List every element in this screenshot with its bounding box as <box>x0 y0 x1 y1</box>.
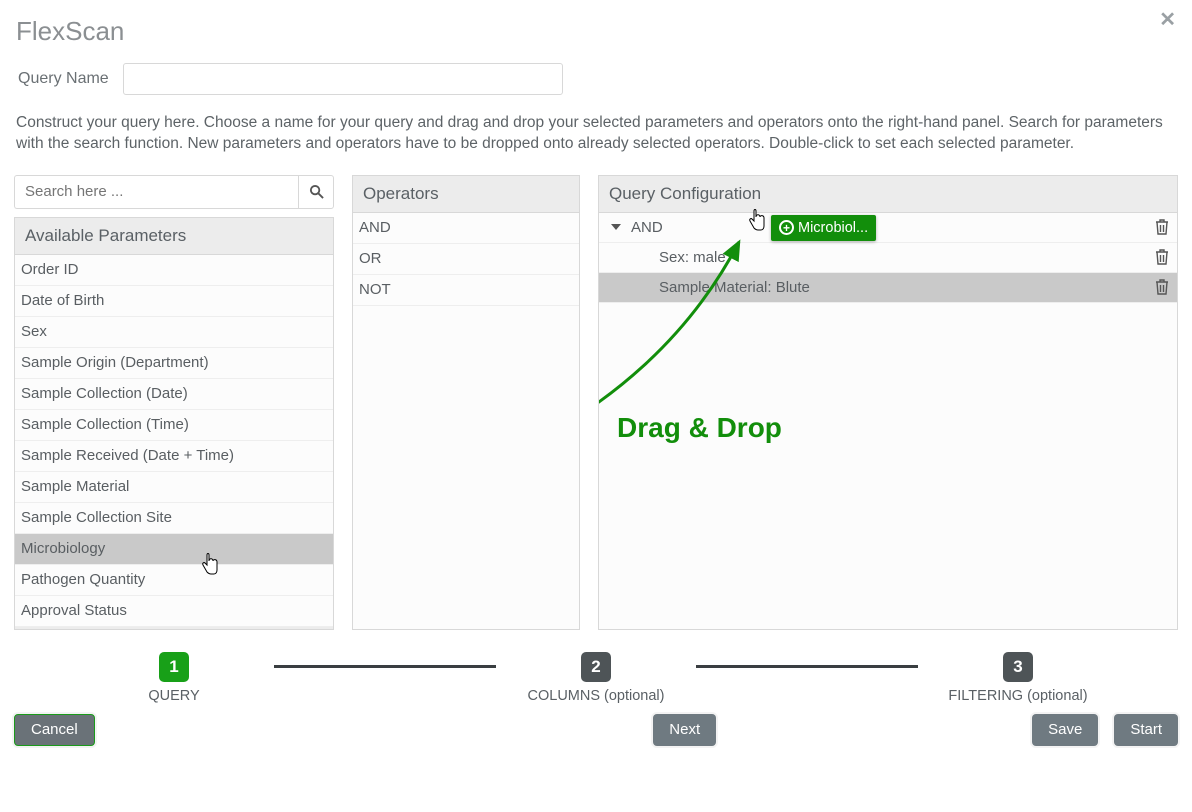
caret-down-icon[interactable] <box>611 224 621 230</box>
operators-panel-title: Operators <box>353 176 579 213</box>
operators-list: AND OR NOT <box>353 213 579 629</box>
trash-icon <box>1155 219 1169 235</box>
query-node-label: Sample Material: Blute <box>607 279 810 296</box>
drag-chip-label: Microbiol... <box>798 220 868 236</box>
query-node-label: Sex: male <box>607 249 726 266</box>
query-tree[interactable]: AND Sex: male Sample Material: Blute <box>599 213 1177 303</box>
parameter-item[interactable]: Sample Origin (Department) <box>15 348 333 379</box>
query-node-child[interactable]: Sex: male <box>599 243 1177 273</box>
query-node-label: AND <box>631 219 663 236</box>
next-button[interactable]: Next <box>653 714 716 746</box>
parameter-item[interactable]: Sample Collection Site <box>15 503 333 534</box>
delete-node-button[interactable] <box>1155 279 1169 295</box>
parameters-panel-title: Available Parameters <box>15 218 333 255</box>
trash-icon <box>1155 249 1169 265</box>
search-icon <box>309 184 324 199</box>
query-name-input[interactable] <box>123 63 563 95</box>
parameter-item[interactable]: Pathogen Quantity <box>15 565 333 596</box>
drag-drop-annotation: Drag & Drop <box>617 412 782 444</box>
parameter-item[interactable]: Approval Status <box>15 596 333 627</box>
delete-node-button[interactable] <box>1155 249 1169 265</box>
step-divider <box>274 665 496 668</box>
parameter-item-microbiology[interactable]: Microbiology <box>15 534 333 565</box>
parameter-item[interactable]: Sample Collection (Time) <box>15 410 333 441</box>
cancel-button[interactable]: Cancel <box>14 714 95 746</box>
parameter-item[interactable]: Order ID <box>15 255 333 286</box>
step-filtering[interactable]: 3 FILTERING (optional) <box>918 652 1118 704</box>
config-panel-title: Query Configuration <box>599 176 1177 213</box>
step-number: 1 <box>159 652 189 682</box>
parameters-more[interactable]: More (in alphabetical order) <box>15 627 333 629</box>
step-query[interactable]: 1 QUERY <box>74 652 274 704</box>
trash-icon <box>1155 279 1169 295</box>
parameter-item[interactable]: Sex <box>15 317 333 348</box>
start-button[interactable]: Start <box>1114 714 1178 746</box>
page-title: FlexScan <box>16 16 1178 47</box>
step-label: COLUMNS (optional) <box>528 688 665 704</box>
save-button[interactable]: Save <box>1032 714 1098 746</box>
step-number: 2 <box>581 652 611 682</box>
step-columns[interactable]: 2 COLUMNS (optional) <box>496 652 696 704</box>
parameter-item[interactable]: Sample Collection (Date) <box>15 379 333 410</box>
query-node-root[interactable]: AND <box>599 213 1177 243</box>
step-label: FILTERING (optional) <box>948 688 1087 704</box>
parameters-list[interactable]: Order ID Date of Birth Sex Sample Origin… <box>15 255 333 629</box>
parameter-item[interactable]: Date of Birth <box>15 286 333 317</box>
operator-or[interactable]: OR <box>353 244 579 275</box>
step-label: QUERY <box>148 688 199 704</box>
close-icon[interactable]: ✕ <box>1159 10 1176 30</box>
instructions-text: Construct your query here. Choose a name… <box>16 113 1178 155</box>
parameter-item[interactable]: Sample Material <box>15 472 333 503</box>
step-divider <box>696 665 918 668</box>
operator-and[interactable]: AND <box>353 213 579 244</box>
search-input[interactable] <box>14 175 298 209</box>
query-node-child[interactable]: Sample Material: Blute <box>599 273 1177 303</box>
plus-circle-icon: + <box>779 220 794 235</box>
search-button[interactable] <box>298 175 334 209</box>
step-indicator: 1 QUERY 2 COLUMNS (optional) 3 FILTERING… <box>14 652 1178 704</box>
step-number: 3 <box>1003 652 1033 682</box>
query-name-label: Query Name <box>18 70 109 88</box>
operator-not[interactable]: NOT <box>353 275 579 306</box>
delete-node-button[interactable] <box>1155 219 1169 235</box>
parameter-item[interactable]: Sample Received (Date + Time) <box>15 441 333 472</box>
drag-chip: + Microbiol... <box>771 215 876 241</box>
